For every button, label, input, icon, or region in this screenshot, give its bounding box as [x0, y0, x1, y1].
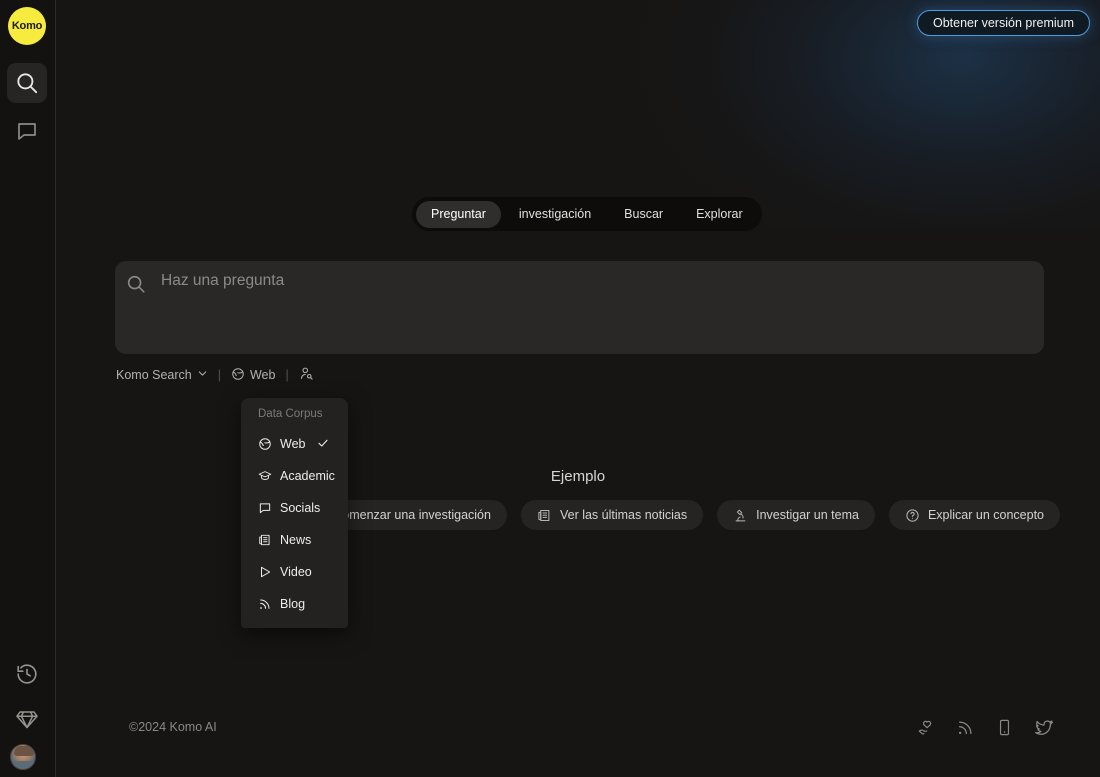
sidebar-item-search[interactable] [7, 63, 47, 103]
twitter-icon[interactable] [1034, 718, 1054, 738]
chip-label: Ver las últimas noticias [559, 508, 688, 522]
dropdown-title: Data Corpus [258, 408, 323, 420]
footer-copyright: ©2024 Komo AI [129, 720, 217, 734]
mode-tabbar: Preguntar investigación Buscar Explorar [412, 197, 762, 231]
dropdown-item-academic[interactable]: Academic [241, 460, 348, 492]
history-clock-icon [15, 662, 39, 686]
newspaper-icon [258, 533, 272, 547]
data-corpus-dropdown: Data Corpus Web Academic Socials News Vi… [241, 398, 348, 628]
dropdown-item-label: Video [280, 565, 312, 579]
dropdown-item-web[interactable]: Web [241, 428, 348, 460]
examples-title: Ejemplo [550, 468, 606, 485]
avatar-shirt [11, 761, 35, 769]
search-icon [14, 70, 40, 96]
rss-icon [258, 597, 272, 611]
globe-icon [258, 437, 272, 451]
chip-label: Investigar un tema [756, 508, 859, 522]
engine-label: Komo Search [116, 368, 192, 382]
footer-social-links [917, 718, 1054, 738]
dropdown-item-label: Web [280, 437, 306, 451]
corpus-selector[interactable]: Web [231, 367, 275, 384]
dropdown-item-blog[interactable]: Blog [241, 588, 348, 620]
globe-icon [231, 367, 245, 384]
search-controls: Komo Search | Web | [116, 366, 314, 384]
main-content: Preguntar investigación Buscar Explorar … [56, 0, 1100, 777]
chat-bubble-icon [15, 119, 39, 143]
avatar-hair [14, 746, 34, 756]
mobile-phone-icon[interactable] [995, 718, 1014, 738]
chevron-down-icon [197, 368, 208, 382]
check-icon [317, 437, 329, 452]
chip-explicar-concepto[interactable]: Explicar un concepto [888, 500, 1060, 530]
dropdown-item-socials[interactable]: Socials [241, 492, 348, 524]
corpus-label: Web [249, 368, 276, 382]
tab-buscar[interactable]: Buscar [609, 201, 678, 228]
search-placeholder: Haz una pregunta [161, 272, 285, 289]
dropdown-item-label: Academic [280, 469, 335, 483]
sidebar-item-history[interactable] [7, 654, 47, 694]
sidebar-item-premium[interactable] [7, 699, 47, 739]
tab-preguntar[interactable]: Preguntar [416, 200, 501, 228]
persona-selector[interactable] [299, 366, 314, 384]
dropdown-item-label: News [280, 533, 312, 547]
tab-explorar[interactable]: Explorar [681, 201, 758, 228]
search-icon [125, 273, 147, 300]
play-triangle-icon [258, 565, 272, 579]
dropdown-item-label: Blog [280, 597, 306, 611]
chip-investigar-tema[interactable]: Investigar un tema [717, 500, 875, 530]
hand-heart-icon[interactable] [917, 718, 936, 738]
dropdown-item-label: Socials [280, 501, 321, 515]
controls-divider-2: | [285, 368, 289, 382]
engine-selector[interactable]: Komo Search [116, 368, 208, 382]
controls-divider-1: | [217, 368, 221, 382]
diamond-icon [15, 707, 39, 731]
person-search-icon [299, 366, 314, 384]
komo-logo-label: Komo [11, 20, 43, 32]
dropdown-item-news[interactable]: News [241, 524, 348, 556]
dropdown-item-video[interactable]: Video [241, 556, 348, 588]
rss-icon[interactable] [956, 718, 975, 738]
avatar[interactable] [10, 744, 36, 770]
get-premium-button[interactable]: Obtener versión premium [916, 10, 1090, 36]
chip-label: Comenzar una investigación [333, 508, 491, 522]
question-circle-icon [905, 508, 920, 523]
microscope-icon [733, 508, 748, 523]
newspaper-icon [537, 508, 552, 523]
sidebar-item-chat[interactable] [7, 111, 47, 151]
sidebar: Komo [0, 0, 56, 777]
chat-bubble-icon [258, 501, 272, 515]
chip-label: Explicar un concepto [927, 508, 1044, 522]
chip-ultimas-noticias[interactable]: Ver las últimas noticias [520, 500, 704, 530]
komo-logo-icon[interactable]: Komo [8, 7, 46, 45]
graduation-cap-icon [258, 469, 272, 483]
tab-investigacion[interactable]: investigación [504, 201, 606, 228]
